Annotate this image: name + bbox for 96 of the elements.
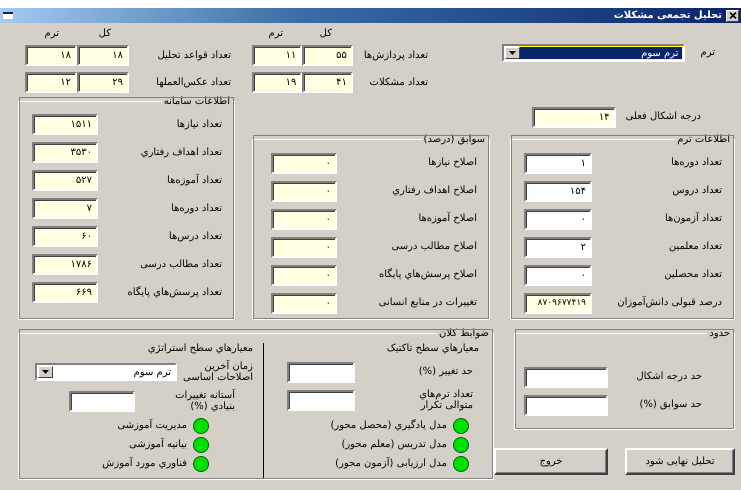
status-light-icon <box>193 436 209 452</box>
dropdown-button[interactable] <box>504 47 520 59</box>
field-label: درجه اشکال فعلی <box>626 111 701 123</box>
window-title: تحلیل تجمعی مشکلات <box>614 10 722 21</box>
status-light-icon <box>193 418 209 434</box>
dialog-button[interactable]: خروج <box>494 448 608 475</box>
field-label: اصلاح آموزه‌ها <box>417 213 477 225</box>
text-field[interactable]: ۱ <box>524 152 592 174</box>
status-light-icon <box>453 418 469 434</box>
text-field[interactable] <box>287 362 355 382</box>
close-icon <box>728 12 736 19</box>
status-light-icon <box>453 436 469 452</box>
term-dropdown[interactable]: ترم سوم <box>502 44 684 62</box>
text-field[interactable]: ۷ <box>32 198 98 220</box>
text-field[interactable] <box>69 390 135 412</box>
text-field[interactable]: ۰ <box>524 264 592 286</box>
status-label: مدل ارزیابی (آزمون محور) <box>335 458 447 469</box>
section-title: معیارهاي سطح استراتژي <box>146 343 253 356</box>
text-field[interactable]: ۱۵۴ <box>524 180 592 202</box>
field-label: حد سوابق (%) <box>638 399 702 411</box>
field-label: زمان آخرین اصلاحات اساسی <box>183 360 253 384</box>
text-field[interactable]: ۱۷۸۶ <box>32 254 98 276</box>
text-field[interactable]: ۱۴ <box>532 106 616 128</box>
text-field[interactable]: ۰ <box>271 292 337 314</box>
term-field[interactable]: ۱۸ <box>25 44 77 66</box>
field-label: تعداد آزمون‌ها <box>664 213 722 225</box>
group-title: حدود <box>708 328 731 339</box>
field-label: تعداد درس‌ها <box>168 230 222 242</box>
total-field[interactable]: ۲۹ <box>77 72 129 93</box>
field-label: اصلاح نیازها <box>427 157 477 169</box>
dropdown-button[interactable] <box>38 366 54 378</box>
field-label: تعداد پرسش‌هاي پایگاه <box>126 286 222 298</box>
status-label: مدل یادگیري (محصل محور) <box>330 420 447 431</box>
status-light-icon <box>193 456 209 472</box>
field-label: تعداد اهداف رفتاري <box>140 146 222 158</box>
field-label: اصلاح اهداف رفتاري <box>391 185 477 197</box>
text-field[interactable] <box>524 366 608 388</box>
term-dropdown[interactable]: ترم سوم <box>35 363 178 381</box>
close-button[interactable] <box>726 10 739 22</box>
field-label: درصد قبولی دانش‌آموزان <box>616 297 722 309</box>
field-label: تعداد قواعد تحلیل <box>156 50 231 61</box>
field-label: تعداد دوره‌ها <box>170 202 222 214</box>
text-field[interactable] <box>524 394 608 416</box>
field-label: تعداد مشکلات <box>368 77 428 88</box>
text-field[interactable]: ۲ <box>524 236 592 258</box>
section-title: معیارهاي سطح تاکتیک <box>386 343 479 356</box>
field-label: تعداد عکس‌العملها <box>155 76 231 88</box>
text-field[interactable]: ۳۵۳۰ <box>32 142 98 164</box>
text-field[interactable]: ۶۰ <box>32 226 98 248</box>
field-label: تعداد پردازش‌ها <box>362 50 428 61</box>
group-title: سوابق (درصد) <box>422 134 486 145</box>
dialog-button[interactable]: تحلیل نهایی شود <box>625 448 735 475</box>
text-field[interactable]: ۰ <box>524 208 592 230</box>
field-label: تعداد دروس <box>671 185 722 197</box>
column-header: کل <box>98 28 112 41</box>
column-header: کل <box>318 28 333 41</box>
field-label: اصلاح مطالب درسی <box>390 241 477 253</box>
status-label: مدل تدریس (معلم محور) <box>341 439 447 450</box>
field-label: تعداد مطالب درسی <box>139 258 222 270</box>
text-field[interactable] <box>287 390 355 410</box>
field-label: تعداد معلمین <box>668 241 722 253</box>
caret-icon <box>508 51 516 55</box>
total-field[interactable]: ۱۸ <box>77 44 129 66</box>
column-header: ترم <box>44 28 60 41</box>
status-label: مدیریت آموزشی <box>117 420 187 431</box>
term-field[interactable]: ۱۲ <box>25 72 77 93</box>
text-field[interactable]: ۰ <box>271 152 337 174</box>
status-light-icon <box>453 456 469 472</box>
text-field[interactable]: ۰ <box>271 208 337 230</box>
text-field[interactable]: ۸۷۰۹۶۷۷۴۱۹ <box>524 292 592 314</box>
field-label: اصلاح پرسش‌هاي پایگاه <box>378 269 477 281</box>
text-field[interactable]: ۰ <box>271 236 337 258</box>
field-label: حد درجه اشکال <box>635 371 702 383</box>
field-label: تعداد آموزه‌ها <box>166 174 222 186</box>
text-field[interactable]: ۱۵۱۱ <box>32 114 98 136</box>
field-label: حد تغییر (%) <box>418 366 473 378</box>
field-label: آستانه تغییرات بنیادي (%) <box>174 390 235 412</box>
total-field[interactable]: ۴۱ <box>302 72 353 93</box>
field-label: تعداد نیازها <box>176 118 222 130</box>
text-field[interactable]: ۰ <box>271 180 337 202</box>
field-label: تعداد دوره‌ها <box>670 157 722 169</box>
field-label: ترم <box>700 47 715 59</box>
total-field[interactable]: ۵۵ <box>302 45 353 66</box>
field-label: تعداد ترم‌هاي متوالی تکرار <box>418 388 473 412</box>
text-field[interactable]: ۶۶۹ <box>32 282 98 304</box>
term-field[interactable]: ۱۱ <box>252 45 302 66</box>
column-header: ترم <box>268 28 284 41</box>
status-label: فناوري مورد آموزش <box>102 458 187 469</box>
text-field[interactable]: ۰ <box>271 264 337 286</box>
caret-icon <box>42 370 50 374</box>
term-field[interactable]: ۱۹ <box>252 72 302 93</box>
field-label: تغییرات در منابع انسانی <box>378 297 477 309</box>
window-icon <box>2 11 14 20</box>
status-label: بیانیه آموزشی <box>128 439 187 450</box>
field-label: تعداد محصلین <box>663 269 722 281</box>
text-field[interactable]: ۵۲۷ <box>32 170 98 192</box>
